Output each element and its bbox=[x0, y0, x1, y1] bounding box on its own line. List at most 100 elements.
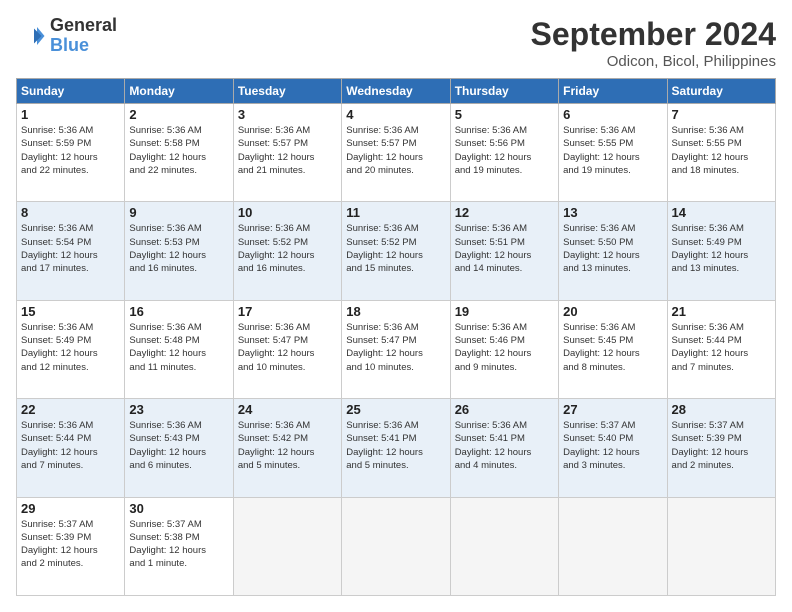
calendar-week-row: 8 Sunrise: 5:36 AMSunset: 5:54 PMDaylight… bbox=[17, 202, 776, 300]
table-row: 8 Sunrise: 5:36 AMSunset: 5:54 PMDaylight… bbox=[17, 202, 125, 300]
month-title: September 2024 bbox=[531, 16, 776, 53]
day-number: 17 bbox=[238, 304, 337, 319]
table-row: 29 Sunrise: 5:37 AMSunset: 5:39 PMDayligh… bbox=[17, 497, 125, 595]
day-info: Sunrise: 5:36 AMSunset: 5:47 PMDaylight:… bbox=[346, 321, 445, 374]
location-subtitle: Odicon, Bicol, Philippines bbox=[531, 53, 776, 70]
day-info: Sunrise: 5:36 AMSunset: 5:50 PMDaylight:… bbox=[563, 222, 662, 275]
col-monday: Monday bbox=[125, 79, 233, 104]
table-row: 12 Sunrise: 5:36 AMSunset: 5:51 PMDayligh… bbox=[450, 202, 558, 300]
table-row: 24Sunrise: 5:36 AMSunset: 5:42 PMDayligh… bbox=[233, 399, 341, 497]
day-number: 5 bbox=[455, 107, 554, 122]
day-number: 20 bbox=[563, 304, 662, 319]
table-row: 13 Sunrise: 5:36 AMSunset: 5:50 PMDayligh… bbox=[559, 202, 667, 300]
day-info: Sunrise: 5:36 AMSunset: 5:42 PMDaylight:… bbox=[238, 419, 337, 472]
table-row: 15 Sunrise: 5:36 AMSunset: 5:49 PMDayligh… bbox=[17, 300, 125, 398]
day-info: Sunrise: 5:37 AMSunset: 5:39 PMDaylight:… bbox=[21, 518, 120, 571]
day-info: Sunrise: 5:36 AMSunset: 5:52 PMDaylight:… bbox=[346, 222, 445, 275]
table-row bbox=[342, 497, 450, 595]
page: General Blue September 2024 Odicon, Bico… bbox=[0, 0, 792, 612]
day-info: Sunrise: 5:36 AMSunset: 5:53 PMDaylight:… bbox=[129, 222, 228, 275]
day-number: 6 bbox=[563, 107, 662, 122]
table-row: 20 Sunrise: 5:36 AMSunset: 5:45 PMDayligh… bbox=[559, 300, 667, 398]
day-number: 15 bbox=[21, 304, 120, 319]
day-number: 18 bbox=[346, 304, 445, 319]
table-row: 26 Sunrise: 5:36 AMSunset: 5:41 PMDayligh… bbox=[450, 399, 558, 497]
day-info: Sunrise: 5:36 AMSunset: 5:41 PMDaylight:… bbox=[455, 419, 554, 472]
day-number: 28 bbox=[672, 402, 771, 417]
day-info: Sunrise: 5:36 AMSunset: 5:49 PMDaylight:… bbox=[21, 321, 120, 374]
day-info: Sunrise: 5:36 AMSunset: 5:55 PMDaylight:… bbox=[672, 124, 771, 177]
day-number: 2 bbox=[129, 107, 228, 122]
day-info: Sunrise: 5:36 AMSunset: 5:58 PMDaylight:… bbox=[129, 124, 228, 177]
calendar-week-row: 29 Sunrise: 5:37 AMSunset: 5:39 PMDayligh… bbox=[17, 497, 776, 595]
table-row: 2 Sunrise: 5:36 AMSunset: 5:58 PMDaylight… bbox=[125, 104, 233, 202]
day-info: Sunrise: 5:36 AMSunset: 5:43 PMDaylight:… bbox=[129, 419, 228, 472]
day-number: 1 bbox=[21, 107, 120, 122]
day-number: 21 bbox=[672, 304, 771, 319]
title-block: September 2024 Odicon, Bicol, Philippine… bbox=[531, 16, 776, 70]
col-saturday: Saturday bbox=[667, 79, 775, 104]
table-row: 5 Sunrise: 5:36 AMSunset: 5:56 PMDaylight… bbox=[450, 104, 558, 202]
logo-icon bbox=[16, 21, 46, 51]
calendar-week-row: 1 Sunrise: 5:36 AMSunset: 5:59 PMDaylight… bbox=[17, 104, 776, 202]
calendar-body: 1 Sunrise: 5:36 AMSunset: 5:59 PMDaylight… bbox=[17, 104, 776, 596]
day-info: Sunrise: 5:36 AMSunset: 5:59 PMDaylight:… bbox=[21, 124, 120, 177]
day-info: Sunrise: 5:37 AMSunset: 5:40 PMDaylight:… bbox=[563, 419, 662, 472]
day-info: Sunrise: 5:36 AMSunset: 5:57 PMDaylight:… bbox=[238, 124, 337, 177]
table-row: 6 Sunrise: 5:36 AMSunset: 5:55 PMDaylight… bbox=[559, 104, 667, 202]
table-row: 28Sunrise: 5:37 AMSunset: 5:39 PMDayligh… bbox=[667, 399, 775, 497]
table-row: 16 Sunrise: 5:36 AMSunset: 5:48 PMDayligh… bbox=[125, 300, 233, 398]
table-row: 9 Sunrise: 5:36 AMSunset: 5:53 PMDaylight… bbox=[125, 202, 233, 300]
col-friday: Friday bbox=[559, 79, 667, 104]
calendar-week-row: 15 Sunrise: 5:36 AMSunset: 5:49 PMDayligh… bbox=[17, 300, 776, 398]
day-number: 7 bbox=[672, 107, 771, 122]
table-row bbox=[233, 497, 341, 595]
logo: General Blue bbox=[16, 16, 117, 56]
day-info: Sunrise: 5:36 AMSunset: 5:57 PMDaylight:… bbox=[346, 124, 445, 177]
day-info: Sunrise: 5:36 AMSunset: 5:55 PMDaylight:… bbox=[563, 124, 662, 177]
table-row: 7 Sunrise: 5:36 AMSunset: 5:55 PMDaylight… bbox=[667, 104, 775, 202]
day-info: Sunrise: 5:36 AMSunset: 5:46 PMDaylight:… bbox=[455, 321, 554, 374]
table-row: 27Sunrise: 5:37 AMSunset: 5:40 PMDayligh… bbox=[559, 399, 667, 497]
day-number: 9 bbox=[129, 205, 228, 220]
col-sunday: Sunday bbox=[17, 79, 125, 104]
table-row: 22 Sunrise: 5:36 AMSunset: 5:44 PMDayligh… bbox=[17, 399, 125, 497]
col-wednesday: Wednesday bbox=[342, 79, 450, 104]
day-number: 13 bbox=[563, 205, 662, 220]
day-number: 10 bbox=[238, 205, 337, 220]
day-number: 12 bbox=[455, 205, 554, 220]
table-row: 14Sunrise: 5:36 AMSunset: 5:49 PMDayligh… bbox=[667, 202, 775, 300]
day-info: Sunrise: 5:36 AMSunset: 5:48 PMDaylight:… bbox=[129, 321, 228, 374]
day-number: 4 bbox=[346, 107, 445, 122]
day-number: 30 bbox=[129, 501, 228, 516]
table-row bbox=[559, 497, 667, 595]
header: General Blue September 2024 Odicon, Bico… bbox=[16, 16, 776, 70]
day-number: 23 bbox=[129, 402, 228, 417]
day-number: 19 bbox=[455, 304, 554, 319]
day-info: Sunrise: 5:36 AMSunset: 5:45 PMDaylight:… bbox=[563, 321, 662, 374]
day-info: Sunrise: 5:36 AMSunset: 5:54 PMDaylight:… bbox=[21, 222, 120, 275]
day-info: Sunrise: 5:36 AMSunset: 5:41 PMDaylight:… bbox=[346, 419, 445, 472]
logo-line1: General bbox=[50, 16, 117, 36]
day-number: 26 bbox=[455, 402, 554, 417]
day-info: Sunrise: 5:36 AMSunset: 5:44 PMDaylight:… bbox=[21, 419, 120, 472]
table-row: 17Sunrise: 5:36 AMSunset: 5:47 PMDayligh… bbox=[233, 300, 341, 398]
table-row: 21 Sunrise: 5:36 AMSunset: 5:44 PMDayligh… bbox=[667, 300, 775, 398]
table-row: 4 Sunrise: 5:36 AMSunset: 5:57 PMDaylight… bbox=[342, 104, 450, 202]
day-number: 16 bbox=[129, 304, 228, 319]
day-number: 29 bbox=[21, 501, 120, 516]
logo-text: General Blue bbox=[50, 16, 117, 56]
day-number: 22 bbox=[21, 402, 120, 417]
day-info: Sunrise: 5:36 AMSunset: 5:51 PMDaylight:… bbox=[455, 222, 554, 275]
table-row: 18 Sunrise: 5:36 AMSunset: 5:47 PMDayligh… bbox=[342, 300, 450, 398]
header-row: Sunday Monday Tuesday Wednesday Thursday… bbox=[17, 79, 776, 104]
day-info: Sunrise: 5:36 AMSunset: 5:44 PMDaylight:… bbox=[672, 321, 771, 374]
table-row: 10Sunrise: 5:36 AMSunset: 5:52 PMDayligh… bbox=[233, 202, 341, 300]
table-row: 11Sunrise: 5:36 AMSunset: 5:52 PMDayligh… bbox=[342, 202, 450, 300]
table-row: 25Sunrise: 5:36 AMSunset: 5:41 PMDayligh… bbox=[342, 399, 450, 497]
day-number: 8 bbox=[21, 205, 120, 220]
table-row: 30Sunrise: 5:37 AMSunset: 5:38 PMDayligh… bbox=[125, 497, 233, 595]
day-info: Sunrise: 5:36 AMSunset: 5:56 PMDaylight:… bbox=[455, 124, 554, 177]
table-row: 3Sunrise: 5:36 AMSunset: 5:57 PMDaylight… bbox=[233, 104, 341, 202]
logo-line2: Blue bbox=[50, 36, 117, 56]
